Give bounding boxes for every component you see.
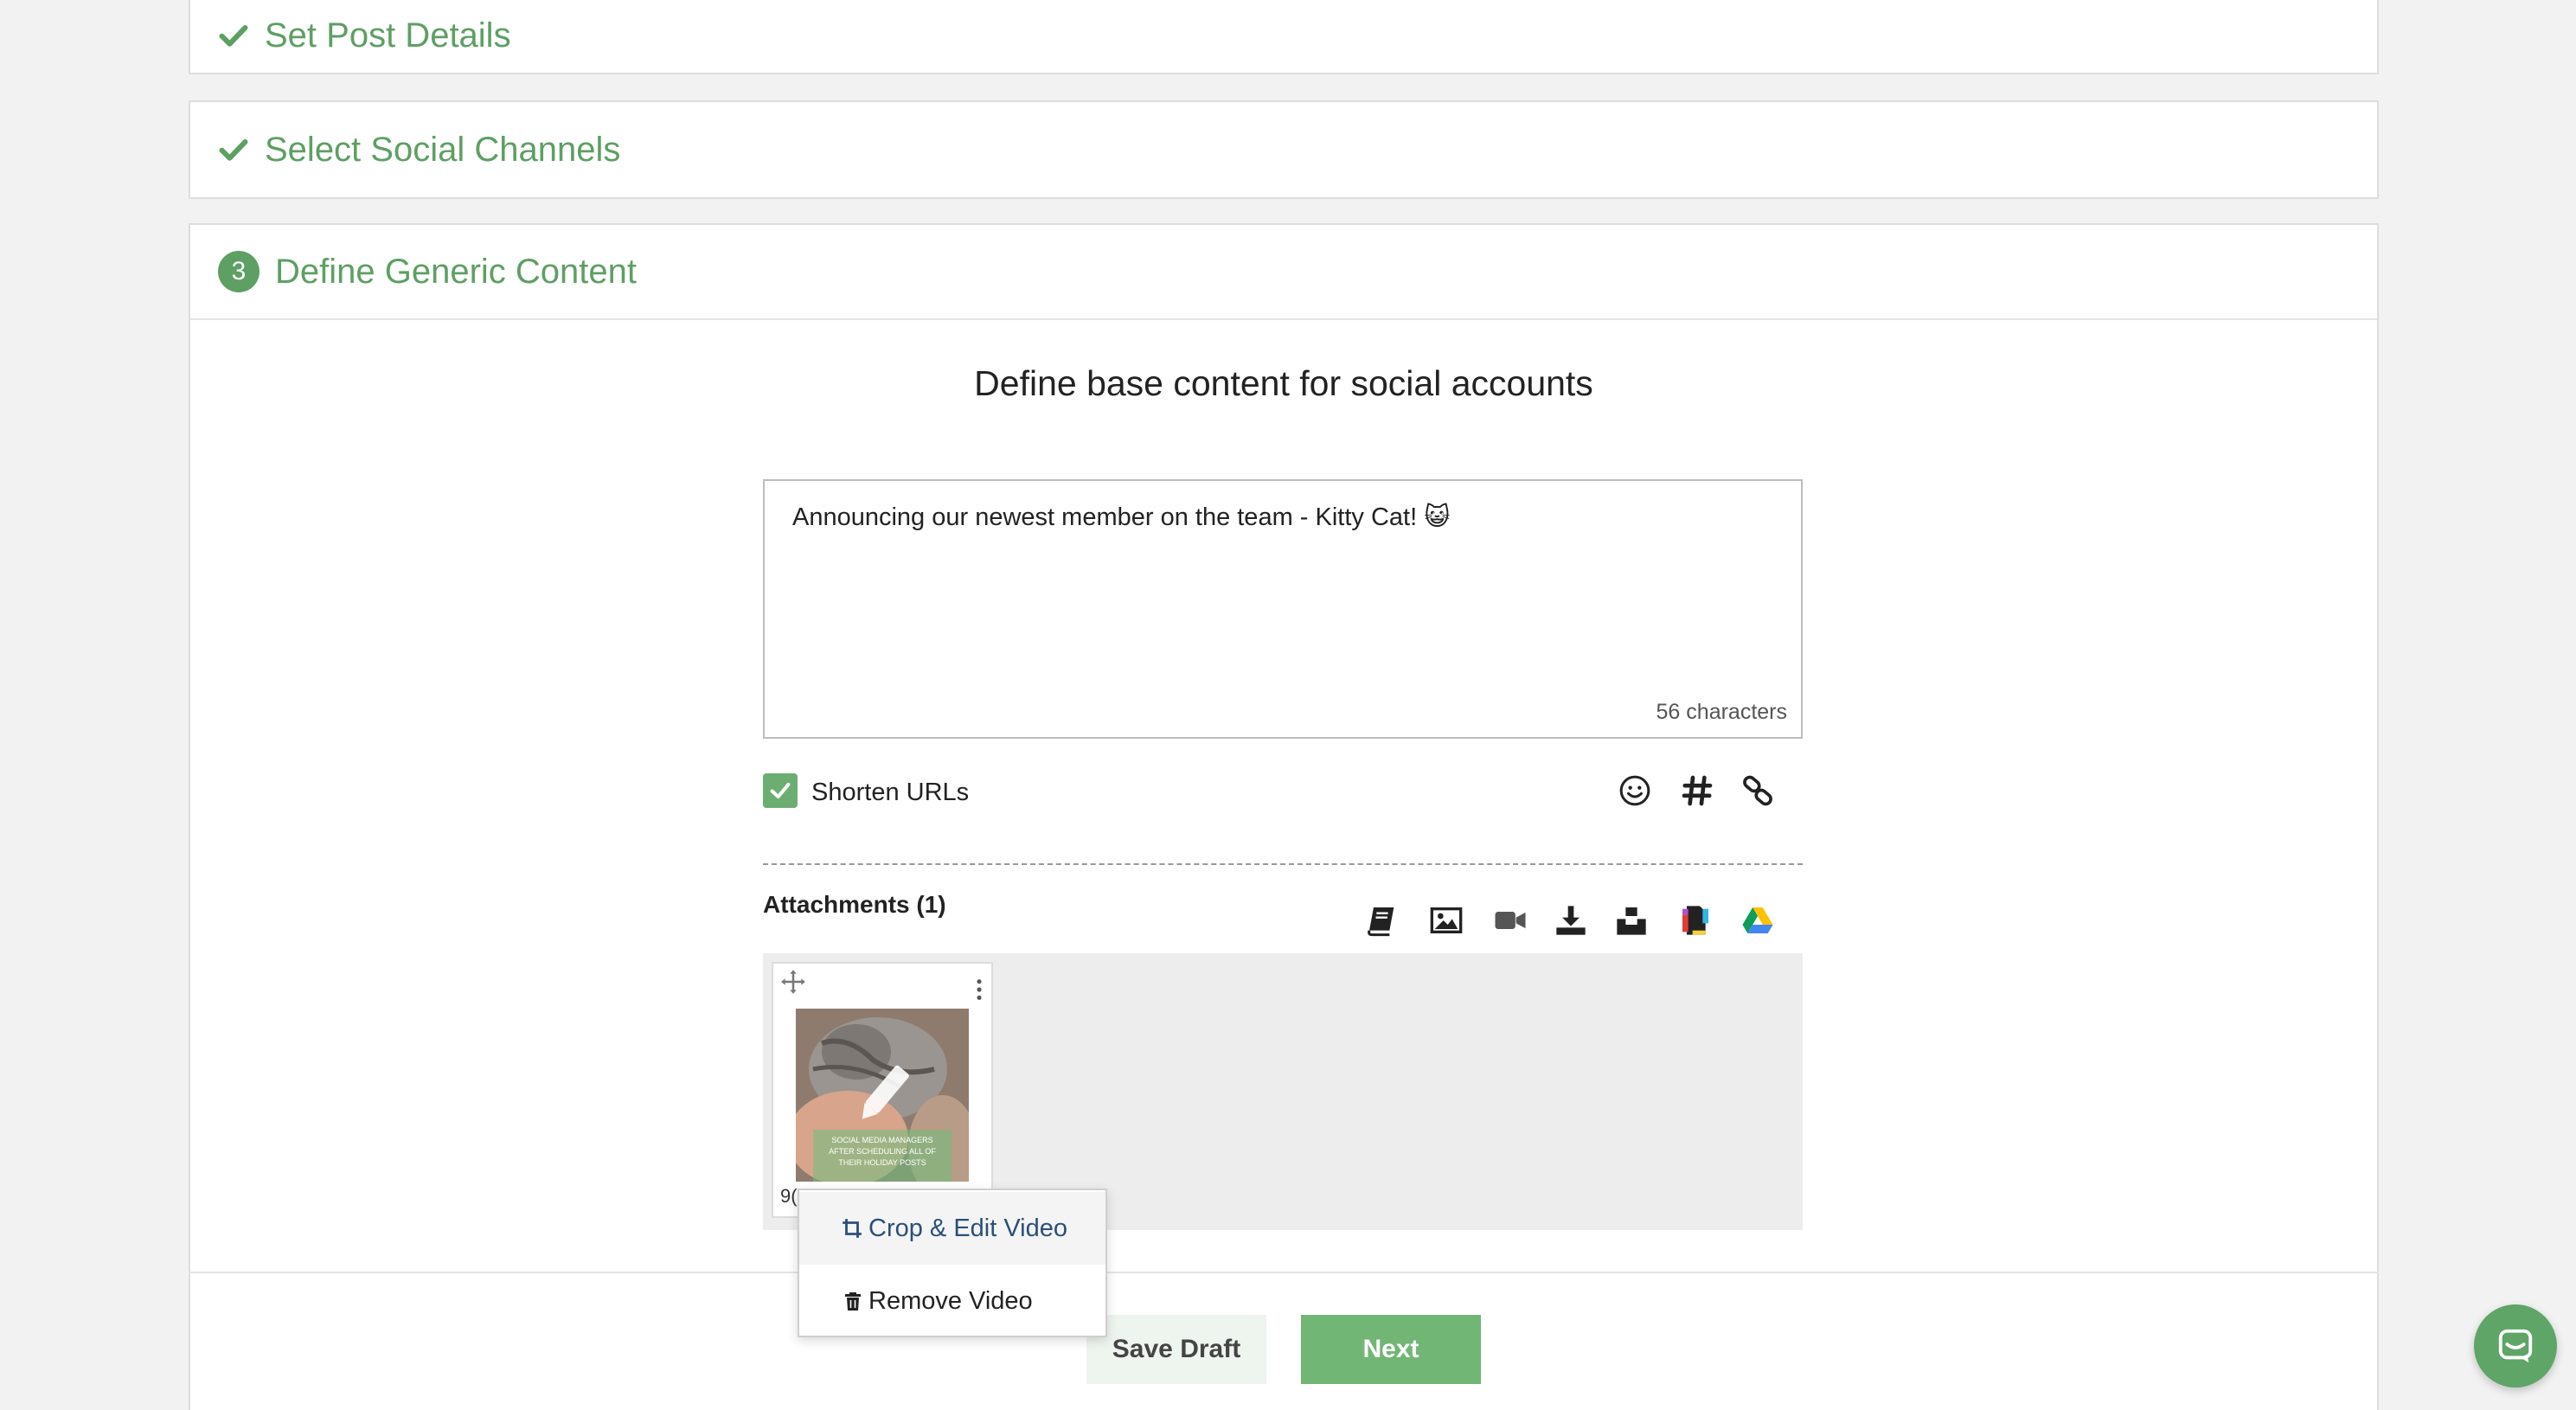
svg-text:SOCIAL MEDIA MANAGERS: SOCIAL MEDIA MANAGERS bbox=[831, 1136, 932, 1144]
more-options-icon[interactable] bbox=[974, 977, 984, 1002]
menu-item-label: Remove Video bbox=[868, 1286, 1033, 1315]
drag-handle-icon[interactable] bbox=[780, 969, 806, 995]
character-count: 56 characters bbox=[1656, 700, 1787, 724]
remove-video-menu-item[interactable]: Remove Video bbox=[799, 1265, 1105, 1337]
link-icon[interactable] bbox=[1740, 773, 1775, 808]
attachments-title: Attachments (1) bbox=[763, 891, 946, 918]
attachment-card[interactable]: SOCIAL MEDIA MANAGERS AFTER SCHEDULING A… bbox=[772, 962, 993, 1218]
svg-text:THEIR HOLIDAY POSTS: THEIR HOLIDAY POSTS bbox=[838, 1158, 926, 1167]
step-set-post-details[interactable]: Set Post Details bbox=[189, 0, 2379, 74]
post-content-text: Announcing our newest member on the team… bbox=[792, 503, 1451, 531]
step-title: Define Generic Content bbox=[275, 252, 638, 291]
step-title: Select Social Channels bbox=[265, 130, 621, 169]
unsplash-icon[interactable] bbox=[1614, 903, 1649, 938]
chat-icon bbox=[2498, 1329, 2533, 1363]
next-button[interactable]: Next bbox=[1301, 1315, 1481, 1384]
step-title: Set Post Details bbox=[265, 16, 511, 54]
menu-item-label: Crop & Edit Video bbox=[868, 1214, 1067, 1242]
step-select-social-channels[interactable]: Select Social Channels bbox=[189, 100, 2379, 199]
footer-divider bbox=[189, 1272, 2379, 1273]
chat-support-button[interactable] bbox=[2474, 1304, 2557, 1388]
trash-icon bbox=[845, 1292, 861, 1311]
step-header[interactable]: 3 Define Generic Content bbox=[190, 225, 2377, 320]
video-icon[interactable] bbox=[1493, 903, 1528, 938]
crop-edit-video-menu-item[interactable]: Crop & Edit Video bbox=[799, 1192, 1105, 1265]
section-title: Define base content for social accounts bbox=[974, 363, 1593, 403]
post-content-textarea[interactable]: Announcing our newest member on the team… bbox=[763, 479, 1803, 739]
video-thumbnail[interactable]: SOCIAL MEDIA MANAGERS AFTER SCHEDULING A… bbox=[796, 1009, 969, 1182]
attachment-context-menu: Crop & Edit Video Remove Video bbox=[798, 1189, 1107, 1337]
check-icon bbox=[219, 25, 248, 47]
google-drive-icon[interactable] bbox=[1740, 903, 1775, 938]
image-icon[interactable] bbox=[1429, 903, 1464, 938]
canva-icon[interactable] bbox=[1678, 903, 1713, 938]
step-number-badge: 3 bbox=[218, 251, 260, 292]
attachment-caption: 9( bbox=[780, 1185, 798, 1207]
emoji-icon[interactable] bbox=[1618, 773, 1652, 808]
download-icon[interactable] bbox=[1554, 903, 1588, 938]
shorten-urls-label: Shorten URLs bbox=[811, 779, 970, 806]
options-row: Shorten URLs bbox=[763, 770, 1803, 811]
hashtag-icon[interactable] bbox=[1680, 773, 1714, 808]
kitten-thumbnail-image: SOCIAL MEDIA MANAGERS AFTER SCHEDULING A… bbox=[796, 1009, 969, 1182]
svg-text:AFTER SCHEDULING ALL OF: AFTER SCHEDULING ALL OF bbox=[829, 1147, 936, 1156]
crop-icon bbox=[843, 1219, 862, 1238]
library-icon[interactable] bbox=[1365, 903, 1400, 938]
divider bbox=[763, 863, 1803, 865]
checkmark-icon bbox=[770, 782, 791, 799]
check-icon bbox=[219, 139, 248, 161]
save-draft-button[interactable]: Save Draft bbox=[1086, 1315, 1266, 1384]
shorten-urls-checkbox[interactable] bbox=[763, 773, 798, 808]
